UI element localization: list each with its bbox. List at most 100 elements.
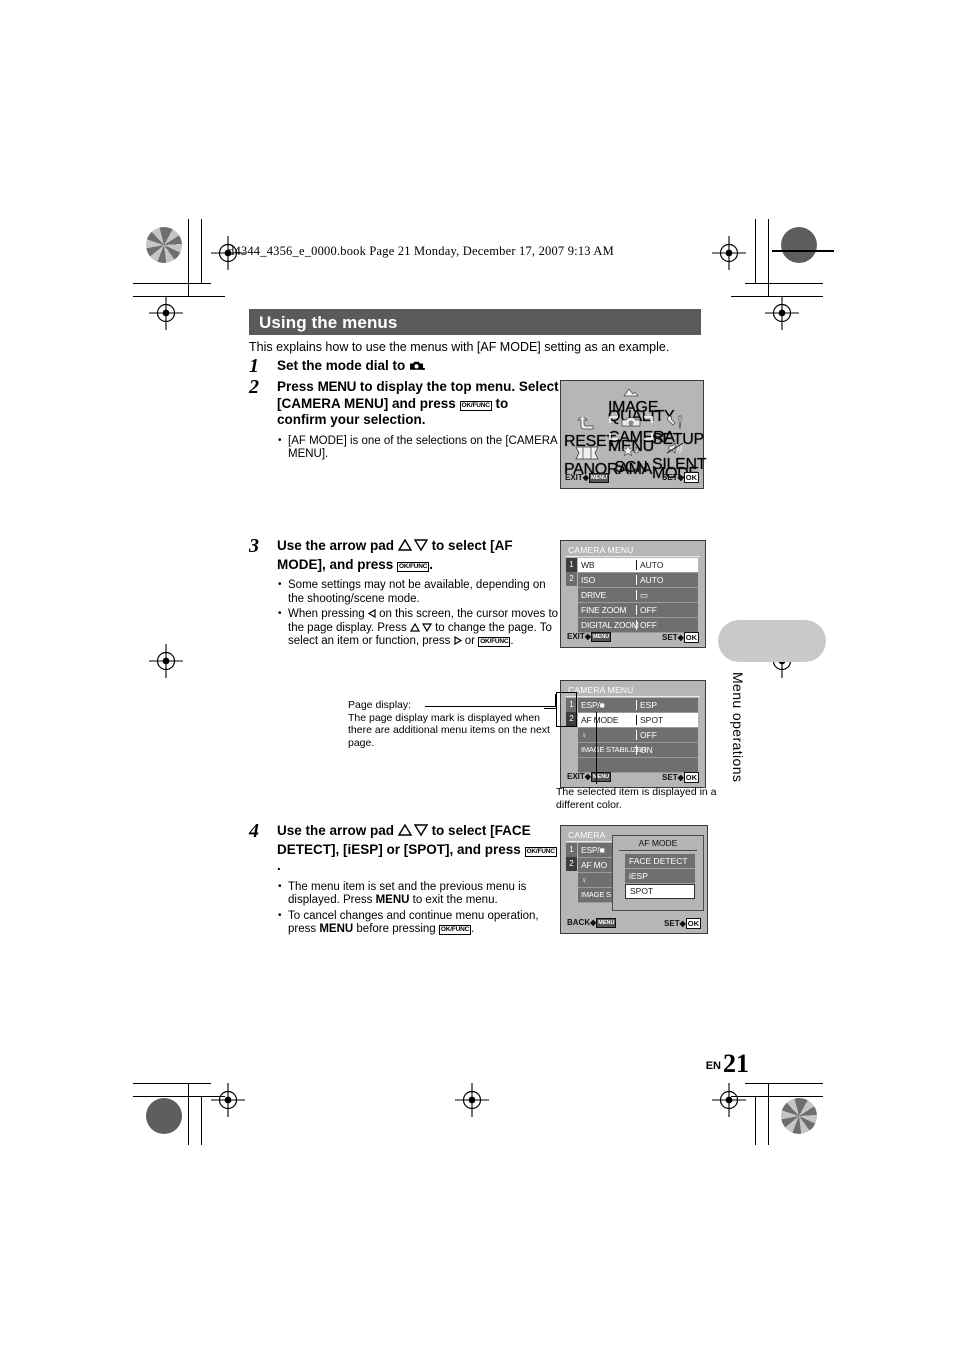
menu-row-drive[interactable]: DRIVE ▭ xyxy=(578,588,698,603)
row-label: IMAGE S xyxy=(581,890,611,899)
menu-row-digital-zoom[interactable]: DIGITAL ZOOM OFF xyxy=(578,618,698,633)
af-option-iesp[interactable]: iESP xyxy=(625,869,695,884)
side-tab-label: Menu operations xyxy=(730,672,746,783)
top-menu-screen-inner: IMAGE QUALITY RESET CAMERA MENU SETUP PA… xyxy=(564,384,707,485)
menu-label-scn: SCN xyxy=(614,459,648,476)
menu-title: CAMERA MENU xyxy=(568,545,634,555)
arrow-pad-up-down-icon xyxy=(397,538,429,557)
menu-key-icon: MENU xyxy=(596,918,617,928)
menu-item-scn[interactable]: SCN xyxy=(608,444,654,476)
crop-mark xyxy=(755,219,756,284)
step-number: 3 xyxy=(249,535,259,557)
page-display-tabs[interactable]: 1 2 xyxy=(566,843,577,871)
arrow-right-icon xyxy=(453,635,462,647)
row-divider xyxy=(636,620,637,630)
row-value: AUTO xyxy=(640,575,664,585)
step-3-lead-a: Use the arrow pad xyxy=(277,538,395,553)
page-tab-1[interactable]: 1 xyxy=(566,843,577,857)
crop-mark xyxy=(188,219,189,297)
step-3: 3 Use the arrow pad to select [AF MODE],… xyxy=(249,535,559,651)
leader-line-page-display xyxy=(425,706,555,707)
arrow-pad-up-down-icon xyxy=(409,622,432,634)
registration-target xyxy=(712,1083,746,1117)
menu-item-panorama[interactable]: PANORAMA xyxy=(564,446,652,478)
callout-selected-item: The selected item is displayed in a diff… xyxy=(556,786,726,811)
top-menu-footer-right: SET◆ OK xyxy=(662,472,699,483)
ok-key-icon: OK xyxy=(683,632,699,643)
af-option-spot[interactable]: SPOT xyxy=(625,884,695,899)
af-mode-submenu-title: AF MODE xyxy=(638,838,678,848)
menu-title-rule xyxy=(566,696,700,697)
arrow-pad-up-down-icon xyxy=(397,823,429,842)
step-4-bullet: To cancel changes and continue menu oper… xyxy=(277,909,559,937)
row-label: DIGITAL ZOOM xyxy=(581,620,639,630)
crop-mark xyxy=(768,219,769,297)
ok-key-icon: OK xyxy=(683,772,699,783)
step-number: 4 xyxy=(249,820,259,842)
step-4-bullet: The menu item is set and the previous me… xyxy=(277,880,559,908)
row-label: AF MODE xyxy=(581,715,619,725)
row-value: AUTO xyxy=(640,560,664,570)
row-value: OFF xyxy=(640,605,657,615)
registration-target xyxy=(211,1083,245,1117)
set-label: SET xyxy=(662,633,678,642)
af-mode-screen-inner: CAMERA 1 2 ESP/■ AF MO ♀ IMAGE S AF MODE… xyxy=(564,829,704,930)
top-menu-screen: IMAGE QUALITY RESET CAMERA MENU SETUP PA… xyxy=(560,380,707,489)
book-header-line: d4344_4356_e_0000.book Page 21 Monday, D… xyxy=(228,244,614,258)
row-label: WB xyxy=(581,560,595,570)
menu-item-reset[interactable]: RESET xyxy=(564,415,616,450)
page-tab-highlight-box xyxy=(556,692,577,727)
ok-key-icon: OK xyxy=(683,472,699,483)
menu-item-setup[interactable]: SETUP xyxy=(652,415,704,448)
camera-menu-page1-inner: CAMERA MENU 1 2 WB AUTO ISO AUTO DRIVE ▭ xyxy=(564,544,702,644)
selection-bracket-icon xyxy=(609,416,653,440)
menu-row-fine-zoom[interactable]: FINE ZOOM OFF xyxy=(578,603,698,618)
ok-func-key-icon: OK/FUNC xyxy=(397,561,430,572)
back-label: BACK xyxy=(567,918,591,927)
leader-line-to-tabs xyxy=(544,708,557,710)
row-divider xyxy=(636,700,637,710)
row-value: SPOT xyxy=(640,715,664,725)
row-label: ♀ xyxy=(581,730,588,740)
camera-menu-page2-inner: CAMERA MENU 1 2 ESP/■ ESP AF MODE SPOT ♀… xyxy=(564,684,702,784)
camera-mode-icon xyxy=(409,359,424,370)
row-divider xyxy=(636,560,637,570)
page-display-tabs[interactable]: 1 2 xyxy=(566,558,577,586)
page-tab-2[interactable]: 2 xyxy=(566,857,577,871)
callout-page-display-body: The page display mark is displayed when … xyxy=(348,711,550,749)
side-tab-background xyxy=(718,620,826,662)
step-4: 4 Use the arrow pad to select [FACE DETE… xyxy=(249,820,559,939)
row-label: ISO xyxy=(581,575,596,585)
section-intro: This explains how to use the menus with … xyxy=(249,340,670,354)
af-mode-option-list: FACE DETECT iESP SPOT xyxy=(625,854,695,899)
folio-language: EN xyxy=(705,1060,721,1072)
af-mode-screen: CAMERA 1 2 ESP/■ AF MO ♀ IMAGE S AF MODE… xyxy=(560,825,708,934)
menu-footer-right: SET◆ OK xyxy=(664,918,701,929)
step-1: 1 Set the mode dial to . xyxy=(249,355,559,377)
menu-footer-right: SET◆ OK xyxy=(662,632,699,643)
step-number: 1 xyxy=(249,355,259,377)
menu-row-iso[interactable]: ISO AUTO xyxy=(578,573,698,588)
crop-mark xyxy=(133,283,211,284)
crop-mark xyxy=(745,1083,823,1084)
af-mode-submenu-rule xyxy=(619,850,697,851)
af-option-face-detect[interactable]: FACE DETECT xyxy=(625,854,695,869)
menu-title: CAMERA xyxy=(568,830,606,840)
page-tab-2[interactable]: 2 xyxy=(566,572,577,586)
menu-row-wb[interactable]: WB AUTO xyxy=(578,558,698,573)
camera-menu-screen-page1: CAMERA MENU 1 2 WB AUTO ISO AUTO DRIVE ▭ xyxy=(560,540,706,648)
menu-row-esp[interactable]: ESP/■ ESP xyxy=(578,698,698,713)
row-label: ESP/■ xyxy=(581,845,605,855)
step-2-lead-a: Press xyxy=(277,379,314,394)
row-value: OFF xyxy=(640,620,657,630)
step-3-bullet: When pressing on this screen, the cursor… xyxy=(277,607,559,649)
top-menu-footer-left: EXIT◆ MENU xyxy=(565,473,610,483)
registration-target xyxy=(149,296,183,330)
crop-mark xyxy=(201,219,202,284)
set-label: SET xyxy=(664,919,680,928)
registration-target xyxy=(765,296,799,330)
menu-key-icon: MENU xyxy=(590,772,612,782)
step-4-lead-c: . xyxy=(277,858,281,873)
page-tab-1[interactable]: 1 xyxy=(566,558,577,572)
menu-key-label: MENU xyxy=(317,379,357,394)
